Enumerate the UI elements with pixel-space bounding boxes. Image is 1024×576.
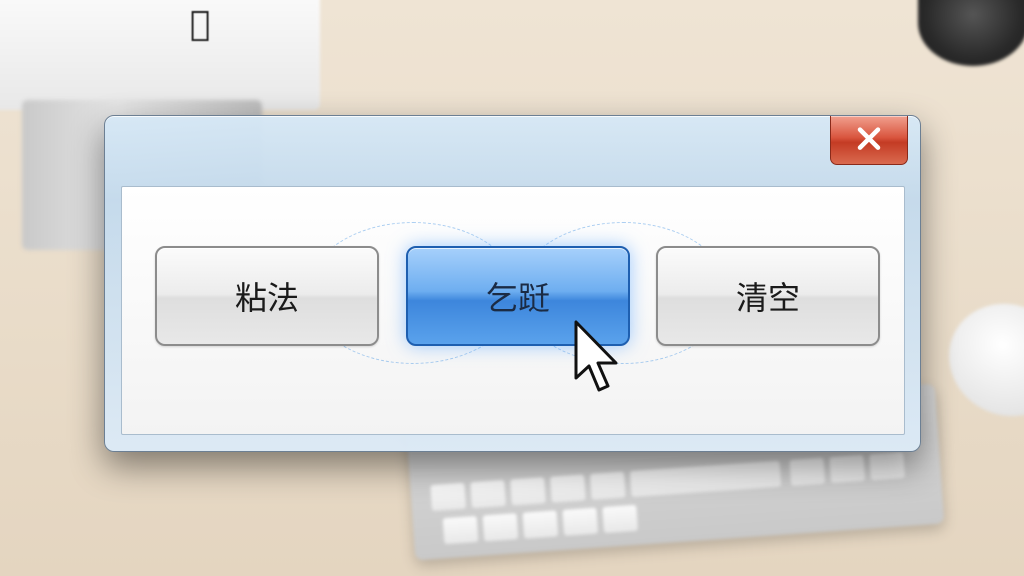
close-icon [857,127,881,150]
pen-cup [918,0,1024,66]
mouse-pointer-icon [574,320,618,392]
clear-button-label: 清空 [735,279,800,317]
dialog-window: 粘法 乞跹 清空 [104,115,921,452]
clear-button[interactable]: 清空 [656,246,880,346]
desk-background:  粘法 乞跹 [0,0,1024,576]
paste-button[interactable]: 粘法 [155,246,379,346]
dialog-content: 粘法 乞跹 清空 [121,186,905,435]
paste-button-label: 粘法 [234,279,299,317]
apple-logo-icon:  [190,4,210,44]
monitor [0,0,320,110]
primary-button-label: 乞跹 [485,279,550,317]
close-button[interactable] [830,116,908,165]
computer-mouse [929,283,1024,437]
